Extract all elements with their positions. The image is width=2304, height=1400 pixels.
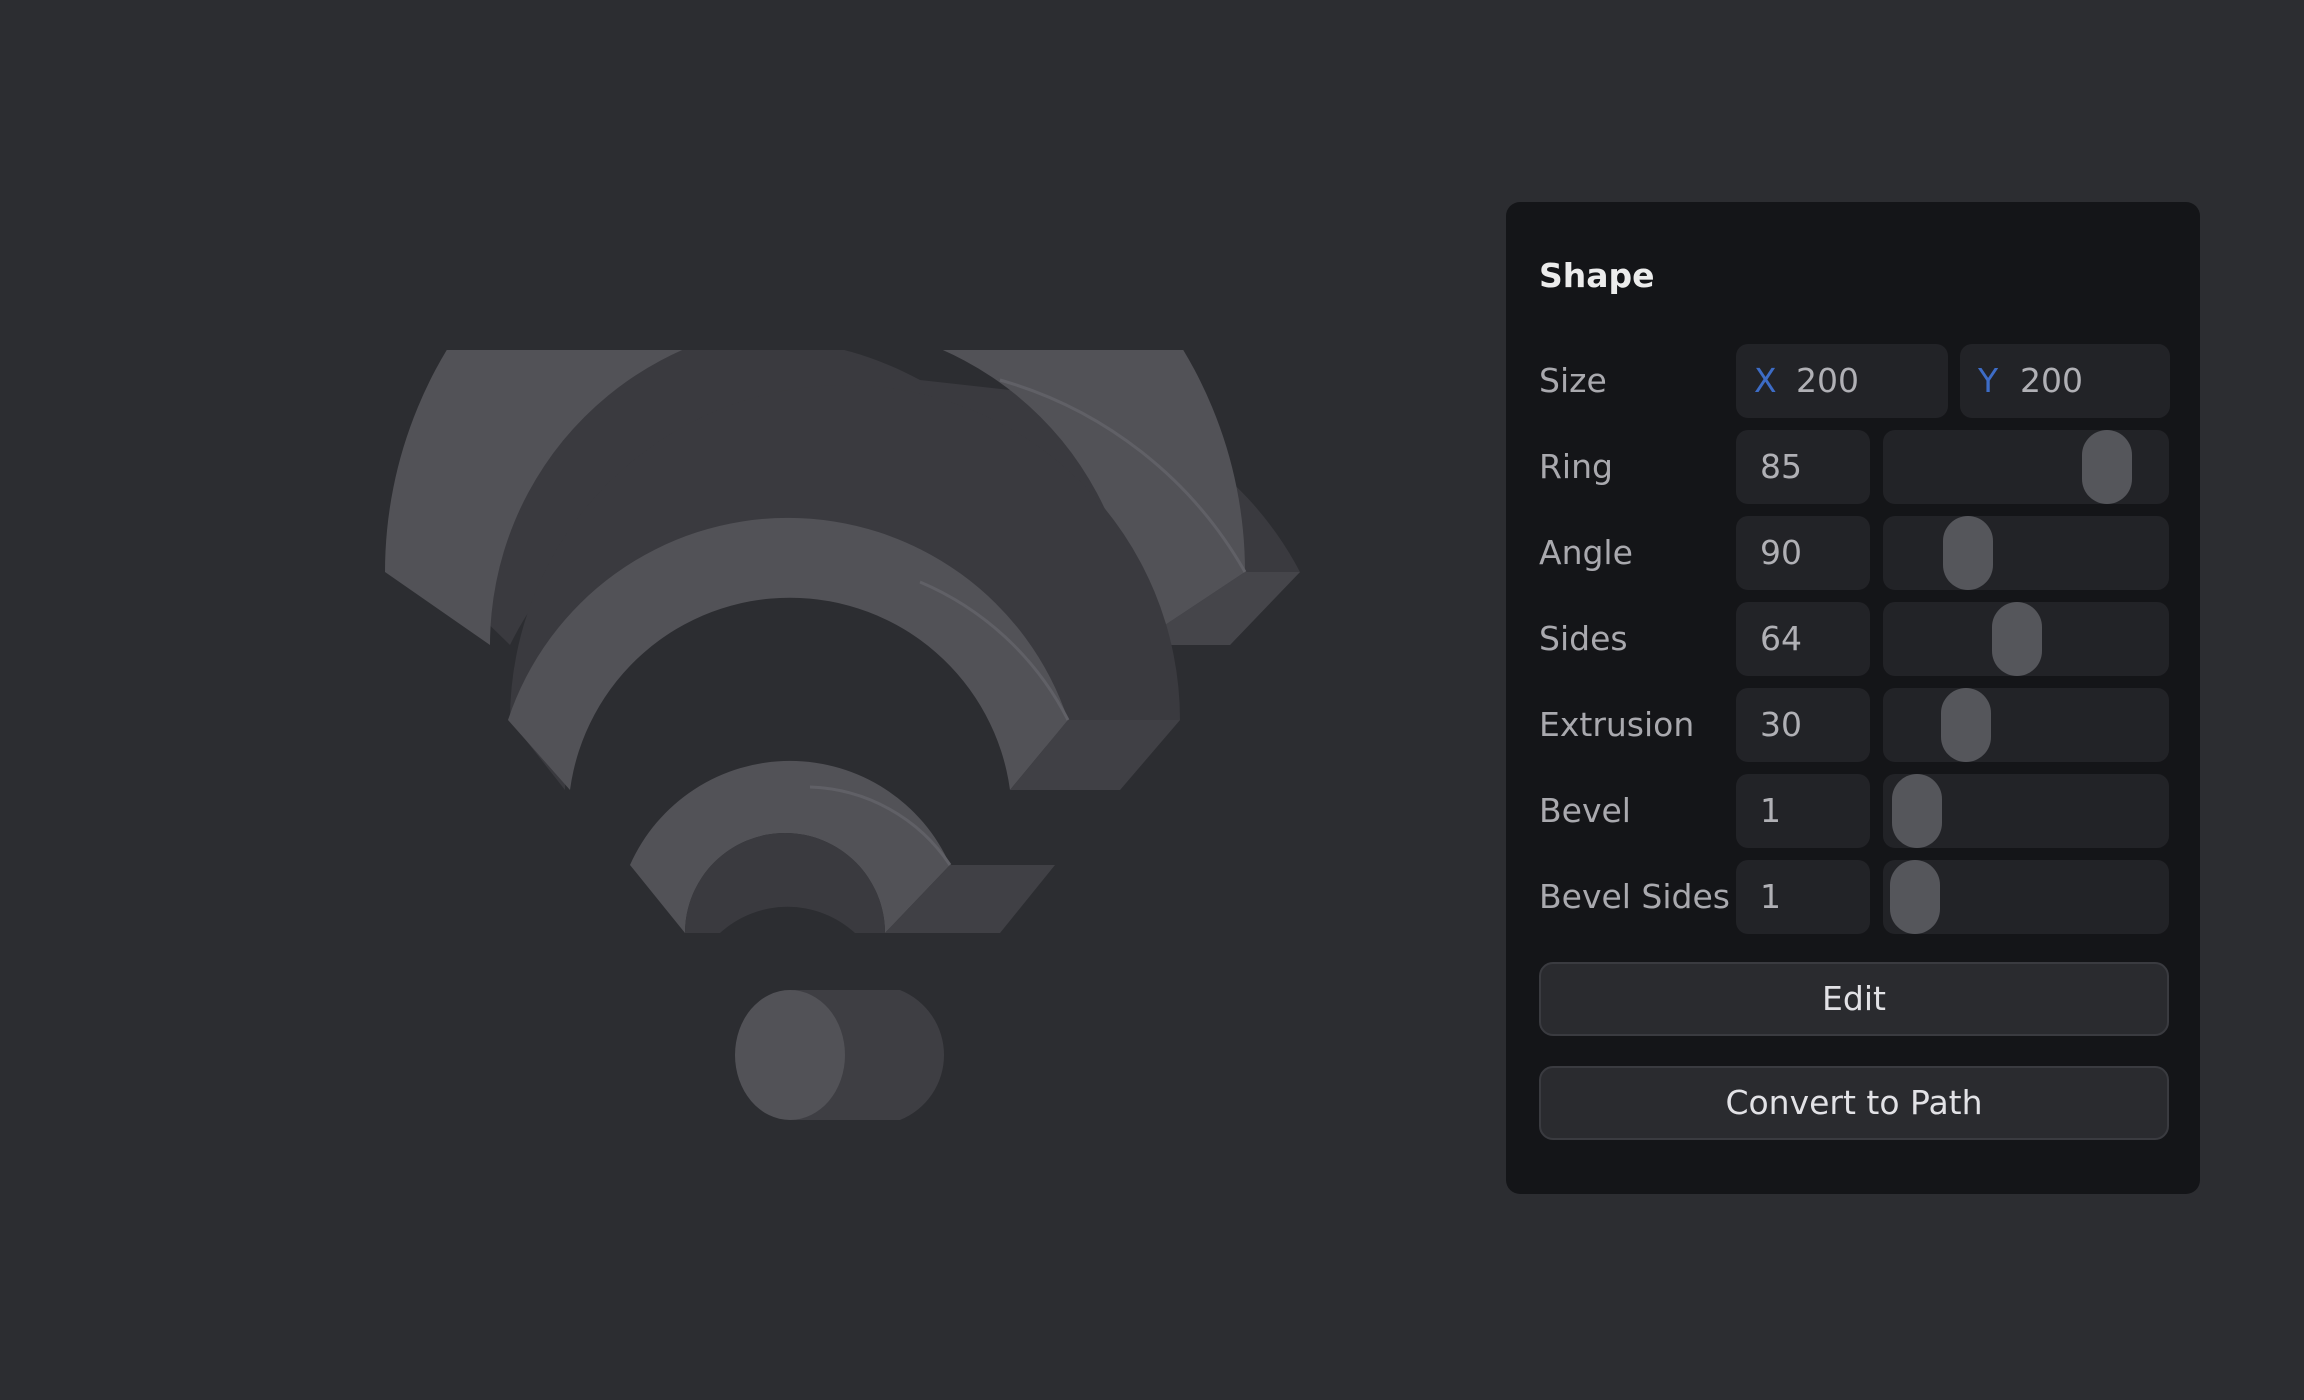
size-label: Size [1539, 361, 1607, 400]
angle-row: Angle 90 [1506, 516, 2200, 590]
bevel-sides-slider[interactable] [1883, 860, 2169, 934]
bevel-value-field[interactable]: 1 [1736, 774, 1870, 848]
size-x-field[interactable]: X 200 [1736, 344, 1948, 418]
panel-title: Shape [1539, 256, 1655, 295]
size-y-value[interactable]: 200 [2020, 344, 2083, 418]
shape-panel: Shape Size X 200 Y 200 Ring 85 Angle 90 … [1506, 202, 2200, 1194]
angle-label: Angle [1539, 533, 1633, 572]
size-x-value[interactable]: 200 [1796, 344, 1859, 418]
edit-button[interactable]: Edit [1539, 962, 2169, 1036]
size-row: Size X 200 Y 200 [1506, 344, 2200, 418]
extrusion-row: Extrusion 30 [1506, 688, 2200, 762]
bevel-sides-slider-thumb[interactable] [1889, 860, 1940, 934]
sides-slider[interactable] [1883, 602, 2169, 676]
ring-slider[interactable] [1883, 430, 2169, 504]
extrusion-value-field[interactable]: 30 [1736, 688, 1870, 762]
ring-slider-thumb[interactable] [2082, 430, 2133, 504]
angle-value-field[interactable]: 90 [1736, 516, 1870, 590]
bevel-row: Bevel 1 [1506, 774, 2200, 848]
bevel-sides-value-field[interactable]: 1 [1736, 860, 1870, 934]
extrusion-slider-thumb[interactable] [1940, 688, 1991, 762]
bevel-slider[interactable] [1883, 774, 2169, 848]
wifi-3d-shape-icon[interactable] [360, 350, 1320, 1150]
angle-slider[interactable] [1883, 516, 2169, 590]
bevel-sides-row: Bevel Sides 1 [1506, 860, 2200, 934]
sides-label: Sides [1539, 619, 1628, 658]
sides-value-field[interactable]: 64 [1736, 602, 1870, 676]
bevel-label: Bevel [1539, 791, 1631, 830]
ring-label: Ring [1539, 447, 1613, 486]
sides-slider-thumb[interactable] [1991, 602, 2042, 676]
angle-slider-thumb[interactable] [1943, 516, 1993, 590]
extrusion-label: Extrusion [1539, 705, 1695, 744]
ring-row: Ring 85 [1506, 430, 2200, 504]
size-y-field[interactable]: Y 200 [1960, 344, 2170, 418]
y-axis-label: Y [1978, 361, 1999, 400]
ring-value-field[interactable]: 85 [1736, 430, 1870, 504]
sides-row: Sides 64 [1506, 602, 2200, 676]
x-axis-label: X [1754, 361, 1777, 400]
extrusion-slider[interactable] [1883, 688, 2169, 762]
bevel-slider-thumb[interactable] [1891, 774, 1942, 848]
bevel-sides-label: Bevel Sides [1539, 877, 1730, 916]
convert-to-path-button[interactable]: Convert to Path [1539, 1066, 2169, 1140]
